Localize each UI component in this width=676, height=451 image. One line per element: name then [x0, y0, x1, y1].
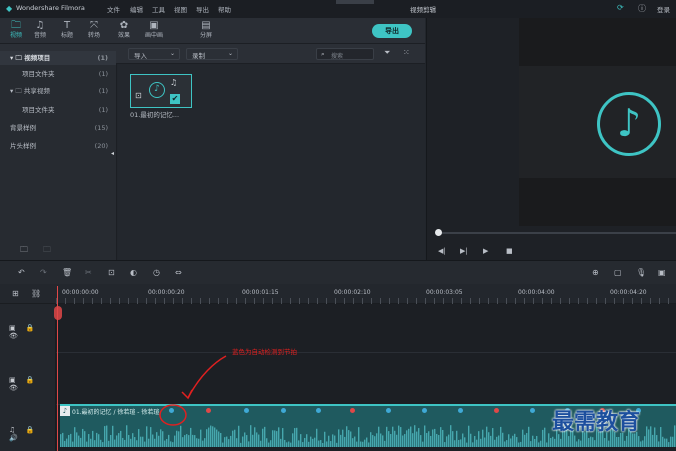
watermark: 最需教育	[552, 409, 641, 435]
annotation-arrow	[159, 355, 227, 426]
